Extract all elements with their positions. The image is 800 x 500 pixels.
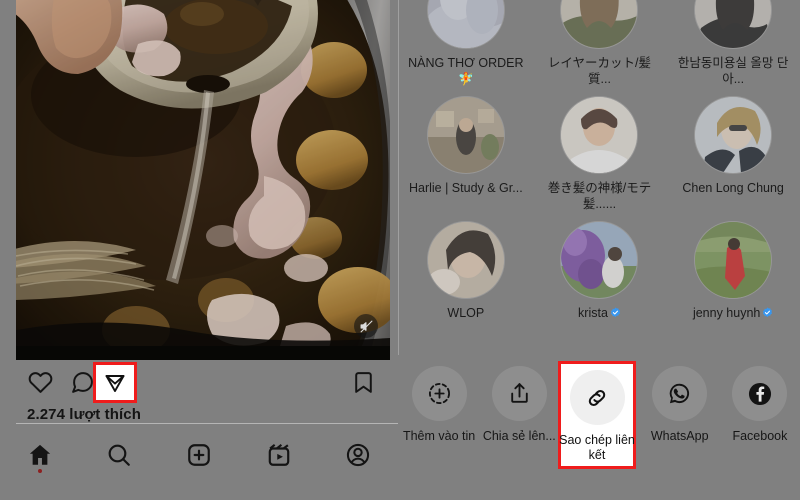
instagram-share-screen: 2.274 lượt thích NÀNG THƠ ORDER 🧚 レイヤーカッ… bbox=[0, 0, 800, 500]
list-item[interactable]: Harlie | Study & Gr... bbox=[399, 91, 533, 212]
person-name-text: krista bbox=[578, 306, 608, 320]
facebook-icon bbox=[748, 382, 771, 405]
speaker-muted-glyph bbox=[360, 320, 372, 332]
person-name: NÀNG THƠ ORDER 🧚 bbox=[408, 56, 524, 86]
list-item[interactable]: WLOP bbox=[399, 216, 533, 321]
avatar-art bbox=[561, 97, 638, 173]
avatar bbox=[695, 222, 772, 298]
whatsapp-icon bbox=[669, 383, 690, 404]
avatar bbox=[561, 0, 638, 48]
share-target-label: Thêm vào tin bbox=[402, 429, 476, 443]
person-name: Harlie | Study & Gr... bbox=[408, 181, 523, 195]
avatar bbox=[427, 222, 504, 298]
plus-square-icon bbox=[188, 444, 210, 466]
post-action-bar bbox=[16, 362, 390, 404]
share-target-facebook[interactable]: Facebook bbox=[720, 366, 800, 476]
home-icon bbox=[29, 444, 50, 465]
nav-item-reels[interactable] bbox=[239, 428, 319, 482]
avatar bbox=[695, 97, 772, 173]
avatar-art bbox=[561, 0, 638, 48]
avatar-art bbox=[427, 97, 504, 173]
like-button[interactable] bbox=[22, 364, 58, 400]
share-target-whatsapp[interactable]: WhatsApp bbox=[640, 366, 720, 476]
avatar-art bbox=[561, 222, 638, 298]
person-name-text: jenny huynh bbox=[692, 306, 761, 320]
share-target-label: Sao chép liên kết bbox=[559, 433, 635, 462]
avatar-art bbox=[695, 222, 772, 298]
person-name: 巻き髪の神様/モテ髪...... bbox=[547, 181, 652, 211]
nav-item-create[interactable] bbox=[159, 428, 239, 482]
post-pane: 2.274 lượt thích bbox=[0, 0, 398, 500]
list-item[interactable]: Chen Long Chung bbox=[666, 91, 800, 212]
list-item[interactable]: 巻き髪の神様/モテ髪...... bbox=[533, 91, 667, 212]
link-chain-icon bbox=[588, 389, 606, 406]
person-name: jenny huynh bbox=[675, 305, 791, 321]
avatar-art bbox=[427, 0, 504, 48]
reels-icon bbox=[268, 443, 289, 466]
speaker-muted-icon[interactable] bbox=[354, 314, 378, 338]
person-name: Chen Long Chung bbox=[682, 181, 784, 195]
profile-circle-icon bbox=[347, 443, 370, 467]
share-target-label: Facebook bbox=[732, 429, 788, 443]
avatar-art bbox=[695, 0, 772, 48]
share-icon-circle bbox=[569, 370, 625, 425]
avatar bbox=[427, 0, 504, 48]
avatar bbox=[561, 222, 638, 298]
verified-badge-icon bbox=[763, 307, 773, 318]
heart-icon bbox=[28, 371, 52, 393]
active-indicator-dot bbox=[37, 469, 42, 473]
verified-badge-icon bbox=[610, 307, 621, 318]
paper-plane-icon bbox=[105, 374, 125, 392]
list-item[interactable]: NÀNG THƠ ORDER 🧚 bbox=[399, 0, 533, 87]
share-target-label: WhatsApp bbox=[650, 429, 709, 443]
bottom-navigation-bar bbox=[0, 428, 398, 482]
likes-count: 2.274 lượt thích bbox=[27, 406, 141, 423]
share-up-icon bbox=[511, 383, 528, 403]
nav-item-home[interactable] bbox=[0, 428, 80, 482]
person-name: WLOP bbox=[447, 306, 485, 320]
person-name: レイヤーカット/髪質... bbox=[547, 56, 652, 86]
share-icon-circle bbox=[732, 366, 788, 421]
avatar bbox=[695, 0, 772, 48]
share-icon-circle bbox=[652, 366, 708, 421]
share-target-label: Chia sẻ lên... bbox=[482, 429, 556, 443]
list-item[interactable]: krista bbox=[533, 216, 667, 321]
suggested-people-grid: NÀNG THƠ ORDER 🧚 レイヤーカット/髪質... 한남동미용실 올망… bbox=[399, 0, 800, 321]
hotpot-photo bbox=[16, 0, 390, 360]
comment-bubble-icon bbox=[71, 371, 93, 393]
list-item[interactable]: レイヤーカット/髪質... bbox=[533, 0, 667, 87]
share-button-highlight[interactable] bbox=[93, 362, 137, 403]
share-icon-circle bbox=[491, 366, 547, 421]
save-button[interactable] bbox=[345, 364, 381, 400]
search-icon bbox=[108, 444, 131, 466]
bookmark-icon bbox=[354, 371, 372, 393]
person-name: 한남동미용실 올망 단아... bbox=[677, 56, 789, 86]
share-target-share-to[interactable]: Chia sẻ lên... bbox=[479, 366, 559, 476]
person-name: krista bbox=[541, 305, 657, 321]
avatar bbox=[427, 97, 504, 173]
add-to-story-icon bbox=[428, 382, 450, 405]
post-media[interactable] bbox=[16, 0, 390, 360]
share-target-add-to-story[interactable]: Thêm vào tin bbox=[399, 366, 479, 476]
list-item[interactable]: jenny huynh bbox=[666, 216, 800, 321]
avatar-art bbox=[695, 97, 772, 173]
avatar bbox=[561, 97, 638, 173]
copy-link-highlight[interactable]: Sao chép liên kết bbox=[558, 361, 636, 469]
avatar-art bbox=[427, 222, 504, 298]
divider bbox=[16, 423, 398, 424]
nav-item-search[interactable] bbox=[80, 428, 160, 482]
share-icon-circle bbox=[411, 366, 467, 421]
nav-item-profile[interactable] bbox=[318, 428, 398, 482]
list-item[interactable]: 한남동미용실 올망 단아... bbox=[666, 0, 800, 87]
